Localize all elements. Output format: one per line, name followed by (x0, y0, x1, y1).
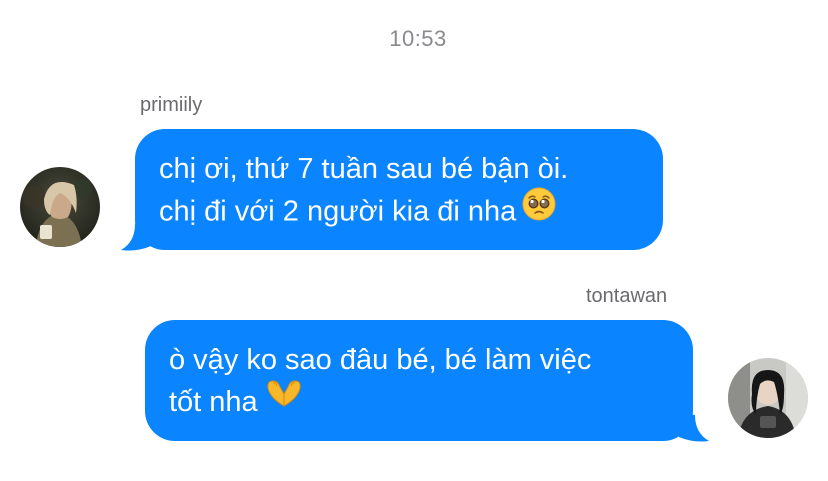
message-line-with-emoji: tốt nha (169, 378, 693, 425)
message-line: ò vậy ko sao đâu bé, bé làm việc (169, 344, 592, 376)
sender-name-outgoing: tontawan (586, 285, 668, 307)
message-timestamp: 10:53 (389, 26, 447, 51)
message-line: chị đi với 2 người kia đi nha (159, 195, 517, 228)
sender-name-incoming: primiily (140, 94, 203, 116)
avatar-tontawan[interactable] (728, 358, 808, 438)
avatar-photo-outgoing (728, 358, 808, 438)
pleading-face-emoji-icon (522, 187, 556, 233)
avatar-photo-incoming (20, 167, 100, 247)
message-bubble-outgoing[interactable]: ò vậy ko sao đâu bé, bé làm việc tốt nha (145, 320, 693, 441)
message-line: chị ơi, thứ 7 tuần sau bé bận òi. (159, 153, 569, 185)
message-bubble-outgoing-wrapper: ò vậy ko sao đâu bé, bé làm việc tốt nha (145, 320, 709, 442)
message-line: tốt nha (169, 386, 258, 418)
avatar-primiily[interactable] (20, 167, 100, 247)
heart-hands-emoji-icon (264, 378, 304, 422)
message-line-with-emoji: chị đi với 2 người kia đi nha (159, 187, 663, 236)
message-bubble-incoming-wrapper: chị ơi, thứ 7 tuần sau bé bận òi. chị đi… (121, 129, 663, 251)
message-bubble-incoming[interactable]: chị ơi, thứ 7 tuần sau bé bận òi. chị đi… (135, 129, 663, 250)
